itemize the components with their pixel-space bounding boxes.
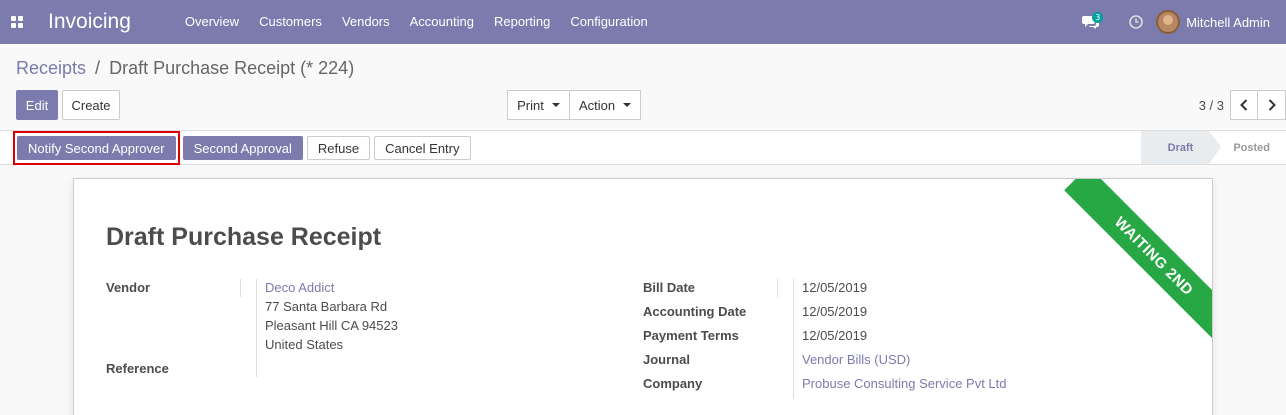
breadcrumb-current: Draft Purchase Receipt (* 224) xyxy=(109,58,355,78)
navbar-systray: 3 Mitchell Admin xyxy=(1076,0,1286,44)
reference-label: Reference xyxy=(106,361,169,376)
second-approval-button[interactable]: Second Approval xyxy=(182,136,303,160)
accounting-date-label: Accounting Date xyxy=(643,304,747,319)
vendor-address-line-2: Pleasant Hill CA 94523 xyxy=(265,318,398,333)
top-navbar: Invoicing Overview Customers Vendors Acc… xyxy=(0,0,1286,44)
company-label: Company xyxy=(643,376,703,391)
journal-label: Journal xyxy=(643,352,690,367)
chevron-left-icon xyxy=(1240,99,1248,111)
bill-date-label: Bill Date xyxy=(643,280,696,295)
form-title: Draft Purchase Receipt xyxy=(106,223,382,251)
status-stages: Draft Posted xyxy=(1140,131,1286,164)
caret-down-icon xyxy=(623,103,632,107)
payment-terms-label: Payment Terms xyxy=(643,328,739,343)
vendor-address-line-3: United States xyxy=(265,337,344,352)
pager-value[interactable]: 3 / 3 xyxy=(1199,98,1224,113)
messaging-menu-button[interactable]: 3 xyxy=(1076,0,1104,44)
menu-item-reporting[interactable]: Reporting xyxy=(484,0,560,44)
create-button[interactable]: Create xyxy=(62,90,120,120)
vendor-link[interactable]: Deco Addict xyxy=(265,278,334,297)
status-ribbon: WAITING 2ND xyxy=(1064,179,1212,346)
record-pager: 3 / 3 xyxy=(1199,90,1286,120)
caret-down-icon xyxy=(551,103,560,107)
main-menu: Overview Customers Vendors Accounting Re… xyxy=(175,0,658,44)
highlight-box: Notify Second Approver xyxy=(13,131,180,165)
company-link[interactable]: Probuse Consulting Service Pvt Ltd xyxy=(802,374,1007,393)
clock-icon xyxy=(1129,15,1143,29)
journal-link[interactable]: Vendor Bills (USD) xyxy=(802,350,910,369)
activity-menu-button[interactable] xyxy=(1122,0,1150,44)
accounting-date-value: 12/05/2019 xyxy=(802,304,868,319)
action-label: Action xyxy=(578,97,616,113)
print-label: Print xyxy=(517,97,544,113)
menu-item-vendors[interactable]: Vendors xyxy=(332,0,400,44)
chevron-right-icon xyxy=(1268,99,1276,111)
breadcrumb: Receipts / Draft Purchase Receipt (* 224… xyxy=(16,58,354,79)
notify-second-approver-button[interactable]: Notify Second Approver xyxy=(17,136,176,160)
vendor-label: Vendor xyxy=(106,280,151,295)
field-divider xyxy=(240,279,241,297)
breadcrumb-separator: / xyxy=(95,58,101,78)
field-divider xyxy=(793,279,794,399)
menu-item-accounting[interactable]: Accounting xyxy=(400,0,484,44)
menu-item-overview[interactable]: Overview xyxy=(175,0,249,44)
sidebar-dropdowns: Print Action xyxy=(507,90,641,120)
print-dropdown-button[interactable]: Print xyxy=(507,90,569,120)
bill-date-value: 12/05/2019 xyxy=(802,280,868,295)
edit-button[interactable]: Edit xyxy=(16,90,58,120)
pager-previous-button[interactable] xyxy=(1230,90,1258,120)
app-title[interactable]: Invoicing xyxy=(48,10,131,34)
apps-menu-button[interactable] xyxy=(0,0,34,44)
chat-count-badge: 3 xyxy=(1092,12,1104,23)
pager-next-button[interactable] xyxy=(1258,90,1286,120)
action-dropdown-button[interactable]: Action xyxy=(569,90,641,120)
refuse-button[interactable]: Refuse xyxy=(306,136,371,160)
form-statusbar: Notify Second Approver Second Approval R… xyxy=(0,130,1286,165)
form-sheet: WAITING 2ND Draft Purchase Receipt Vendo… xyxy=(73,178,1213,415)
status-action-buttons: Notify Second Approver Second Approval R… xyxy=(13,131,475,165)
breadcrumb-parent-link[interactable]: Receipts xyxy=(16,58,86,78)
apps-grid-icon xyxy=(11,16,23,28)
field-divider xyxy=(256,279,257,377)
user-name[interactable]: Mitchell Admin xyxy=(1186,15,1270,30)
vendor-address-line-1: 77 Santa Barbara Rd xyxy=(265,299,388,314)
field-divider xyxy=(777,279,778,297)
stage-draft: Draft xyxy=(1140,131,1221,164)
user-avatar[interactable] xyxy=(1156,10,1181,34)
payment-terms-value: 12/05/2019 xyxy=(802,328,868,343)
menu-item-configuration[interactable]: Configuration xyxy=(560,0,657,44)
cancel-entry-button[interactable]: Cancel Entry xyxy=(374,136,471,160)
menu-item-customers[interactable]: Customers xyxy=(249,0,332,44)
